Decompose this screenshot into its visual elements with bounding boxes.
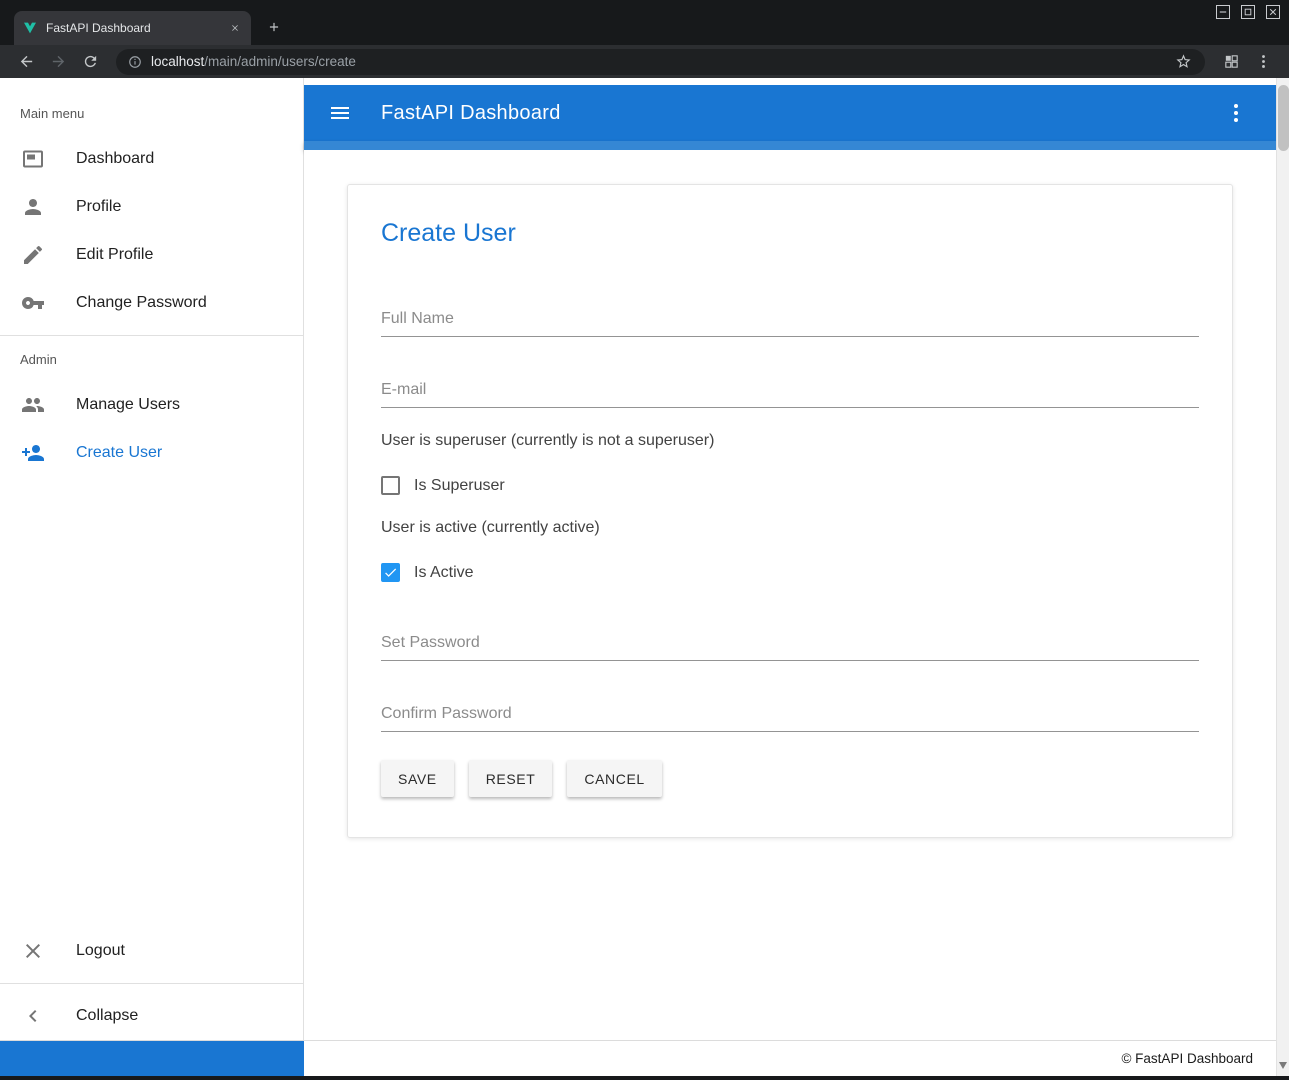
window-controls <box>1216 5 1280 19</box>
person-add-icon <box>21 441 45 465</box>
browser-window: FastAPI Dashboard <box>0 0 1289 1080</box>
sidebar-item-collapse[interactable]: Collapse <box>0 992 303 1040</box>
sidebar-item-label: Manage Users <box>76 396 180 414</box>
sidebar-item-label: Change Password <box>76 294 207 312</box>
people-icon <box>21 393 45 417</box>
url-text[interactable]: localhost/main/admin/users/create <box>151 54 1166 69</box>
sidebar-item-profile[interactable]: Profile <box>0 183 303 231</box>
appbar-kebab-icon[interactable] <box>1224 101 1248 125</box>
reload-button[interactable] <box>77 49 103 75</box>
sidebar-item-label: Collapse <box>76 1007 138 1025</box>
window-bottom-edge <box>0 1076 1289 1080</box>
app-bar: FastAPI Dashboard <box>304 85 1276 141</box>
footer-main: © FastAPI Dashboard <box>304 1041 1276 1076</box>
window-close-button[interactable] <box>1266 5 1280 19</box>
tab-title: FastAPI Dashboard <box>46 21 219 35</box>
forward-button[interactable] <box>45 49 71 75</box>
footer-sidebar-strip <box>0 1041 304 1076</box>
sidebar-section-admin: Admin <box>0 344 303 381</box>
sidebar-item-label: Edit Profile <box>76 246 153 264</box>
superuser-hint-text: User is superuser (currently is not a su… <box>381 432 1199 450</box>
is-superuser-label: Is Superuser <box>414 477 505 495</box>
set-password-field[interactable] <box>381 628 1199 661</box>
sidebar: Main menu Dashboard Profile Edit Profile <box>0 78 304 1040</box>
cancel-button[interactable]: CANCEL <box>567 760 661 797</box>
dashboard-icon <box>21 147 45 171</box>
new-tab-button[interactable] <box>262 15 286 39</box>
create-user-card: Create User User is superuser (currently… <box>347 184 1233 838</box>
back-button[interactable] <box>13 49 39 75</box>
sidebar-item-manage-users[interactable]: Manage Users <box>0 381 303 429</box>
is-active-label: Is Active <box>414 564 474 582</box>
email-field[interactable] <box>381 375 1199 408</box>
sidebar-item-create-user[interactable]: Create User <box>0 429 303 477</box>
sidebar-spacer <box>0 477 303 927</box>
browser-tab[interactable]: FastAPI Dashboard <box>14 11 251 45</box>
main-area: FastAPI Dashboard Create User User is su… <box>304 78 1276 1040</box>
check-icon <box>383 565 398 580</box>
vuetify-logo-icon <box>22 20 38 36</box>
sidebar-divider <box>0 335 303 336</box>
extensions-icon[interactable] <box>1218 49 1244 75</box>
active-hint-text: User is active (currently active) <box>381 519 1199 537</box>
save-button[interactable]: SAVE <box>381 760 454 797</box>
tab-close-icon[interactable] <box>227 20 243 36</box>
site-info-icon[interactable] <box>128 55 142 69</box>
sidebar-section-main-menu: Main menu <box>0 98 303 135</box>
sidebar-item-label: Logout <box>76 942 125 960</box>
address-bar[interactable]: localhost/main/admin/users/create <box>116 49 1205 75</box>
sidebar-item-label: Profile <box>76 198 121 216</box>
sidebar-divider <box>0 983 303 984</box>
bookmark-star-icon[interactable] <box>1175 53 1193 71</box>
superuser-checkbox-row: Is Superuser <box>381 476 1199 495</box>
app-title: FastAPI Dashboard <box>381 102 561 125</box>
url-path: /main/admin/users/create <box>204 54 356 69</box>
active-checkbox-row: Is Active <box>381 563 1199 582</box>
page-title: Create User <box>381 219 1199 248</box>
hamburger-menu-icon[interactable] <box>328 101 352 125</box>
app-body: Main menu Dashboard Profile Edit Profile <box>0 78 1276 1040</box>
page-content: Create User User is superuser (currently… <box>304 150 1276 1040</box>
browser-menu-kebab-icon[interactable] <box>1250 49 1276 75</box>
key-icon <box>21 291 45 315</box>
appbar-extension <box>304 141 1276 150</box>
scrollbar-thumb[interactable] <box>1278 85 1289 151</box>
browser-titlebar: FastAPI Dashboard <box>0 0 1289 45</box>
sidebar-item-logout[interactable]: Logout <box>0 927 303 975</box>
scrollbar-down-arrow-icon[interactable] <box>1279 1062 1287 1069</box>
browser-toolbar: localhost/main/admin/users/create <box>0 45 1289 78</box>
form-actions: SAVE RESET CANCEL <box>381 760 1199 797</box>
reset-button[interactable]: RESET <box>469 760 553 797</box>
window-minimize-button[interactable] <box>1216 5 1230 19</box>
copyright-text: © FastAPI Dashboard <box>1121 1051 1253 1066</box>
full-name-field[interactable] <box>381 304 1199 337</box>
sidebar-item-label: Create User <box>76 444 162 462</box>
person-icon <box>21 195 45 219</box>
is-active-checkbox[interactable] <box>381 563 400 582</box>
sidebar-item-label: Dashboard <box>76 150 154 168</box>
sidebar-item-change-password[interactable]: Change Password <box>0 279 303 327</box>
chevron-left-icon <box>21 1004 45 1028</box>
sidebar-item-dashboard[interactable]: Dashboard <box>0 135 303 183</box>
page-scrollbar[interactable] <box>1276 78 1289 1076</box>
confirm-password-field[interactable] <box>381 699 1199 732</box>
url-host: localhost <box>151 54 204 69</box>
window-maximize-button[interactable] <box>1241 5 1255 19</box>
close-icon <box>21 939 45 963</box>
pencil-icon <box>21 243 45 267</box>
app-footer: © FastAPI Dashboard <box>0 1040 1289 1076</box>
is-superuser-checkbox[interactable] <box>381 476 400 495</box>
sidebar-item-edit-profile[interactable]: Edit Profile <box>0 231 303 279</box>
